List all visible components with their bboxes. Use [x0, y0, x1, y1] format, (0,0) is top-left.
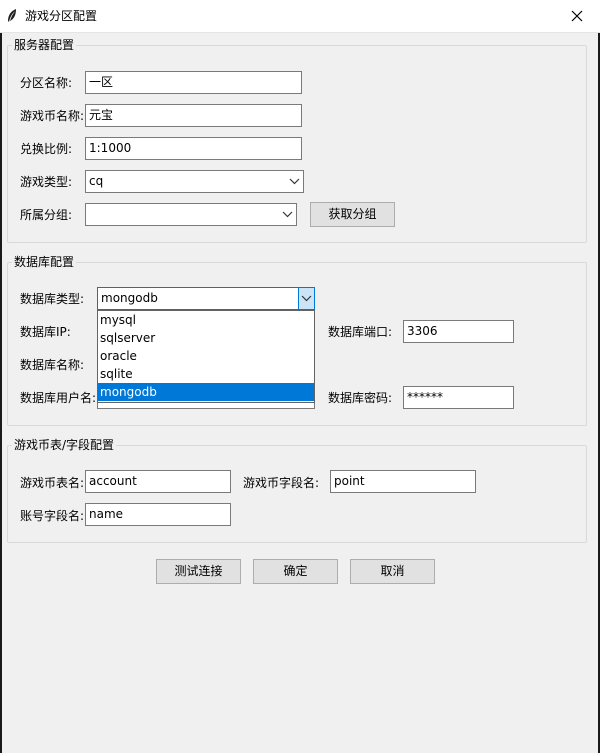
game-type-select[interactable]: cq	[85, 170, 304, 193]
game-type-value: cq	[89, 174, 104, 188]
currency-table-group	[7, 445, 587, 543]
chevron-down-icon	[289, 178, 300, 185]
database-group-title: 数据库配置	[12, 254, 77, 270]
db-type-dropdown-button[interactable]	[298, 288, 314, 309]
ratio-label: 兑换比例:	[20, 142, 73, 156]
ratio-input[interactable]: 1:1000	[85, 137, 302, 160]
server-group-title: 服务器配置	[12, 37, 77, 53]
db-type-label: 数据库类型:	[20, 292, 85, 306]
db-type-value: mongodb	[101, 291, 158, 305]
title-bar: 游戏分区配置	[0, 0, 600, 33]
currency-field-label: 游戏币字段名:	[243, 476, 320, 490]
zone-name-label: 分区名称:	[20, 76, 73, 90]
game-type-label: 游戏类型:	[20, 175, 73, 189]
dropdown-option-mysql[interactable]: mysql	[98, 311, 314, 329]
currency-table-input[interactable]: account	[85, 470, 231, 493]
currency-name-input[interactable]: 元宝	[85, 104, 302, 127]
db-password-label: 数据库密码:	[328, 391, 393, 405]
db-port-label: 数据库端口:	[328, 325, 393, 339]
db-type-select[interactable]: mongodb	[97, 287, 315, 310]
group-select[interactable]	[85, 203, 297, 226]
window-title: 游戏分区配置	[25, 9, 98, 23]
db-user-label: 数据库用户名:	[20, 391, 97, 405]
test-connection-button[interactable]: 测试连接	[156, 559, 241, 584]
currency-table-group-title: 游戏币表/字段配置	[12, 437, 117, 453]
db-port-input[interactable]: 3306	[403, 320, 514, 343]
currency-field-input[interactable]: point	[330, 470, 476, 493]
group-label: 所属分组:	[20, 208, 73, 222]
cancel-button[interactable]: 取消	[350, 559, 435, 584]
db-ip-label: 数据库IP:	[20, 325, 71, 339]
dropdown-option-sqlite[interactable]: sqlite	[98, 365, 314, 383]
close-button[interactable]	[554, 0, 600, 32]
db-password-input[interactable]: ******	[403, 386, 514, 409]
account-field-label: 账号字段名:	[20, 509, 85, 523]
chevron-down-icon	[301, 295, 312, 302]
window-edge-left	[0, 33, 2, 753]
db-name-label: 数据库名称:	[20, 358, 85, 372]
dropdown-option-mongodb[interactable]: mongodb	[98, 383, 314, 401]
chevron-down-icon	[282, 211, 293, 218]
feather-icon	[8, 9, 16, 22]
fetch-group-button[interactable]: 获取分组	[310, 202, 395, 227]
ok-button[interactable]: 确定	[253, 559, 338, 584]
currency-table-label: 游戏币表名:	[20, 476, 85, 490]
db-type-dropdown-list: mysql sqlserver oracle sqlite mongodb	[97, 310, 315, 403]
currency-name-label: 游戏币名称:	[20, 109, 85, 123]
account-field-input[interactable]: name	[85, 503, 231, 526]
dropdown-option-oracle[interactable]: oracle	[98, 347, 314, 365]
zone-name-input[interactable]: 一区	[85, 71, 302, 94]
dropdown-option-sqlserver[interactable]: sqlserver	[98, 329, 314, 347]
close-icon	[571, 10, 583, 22]
